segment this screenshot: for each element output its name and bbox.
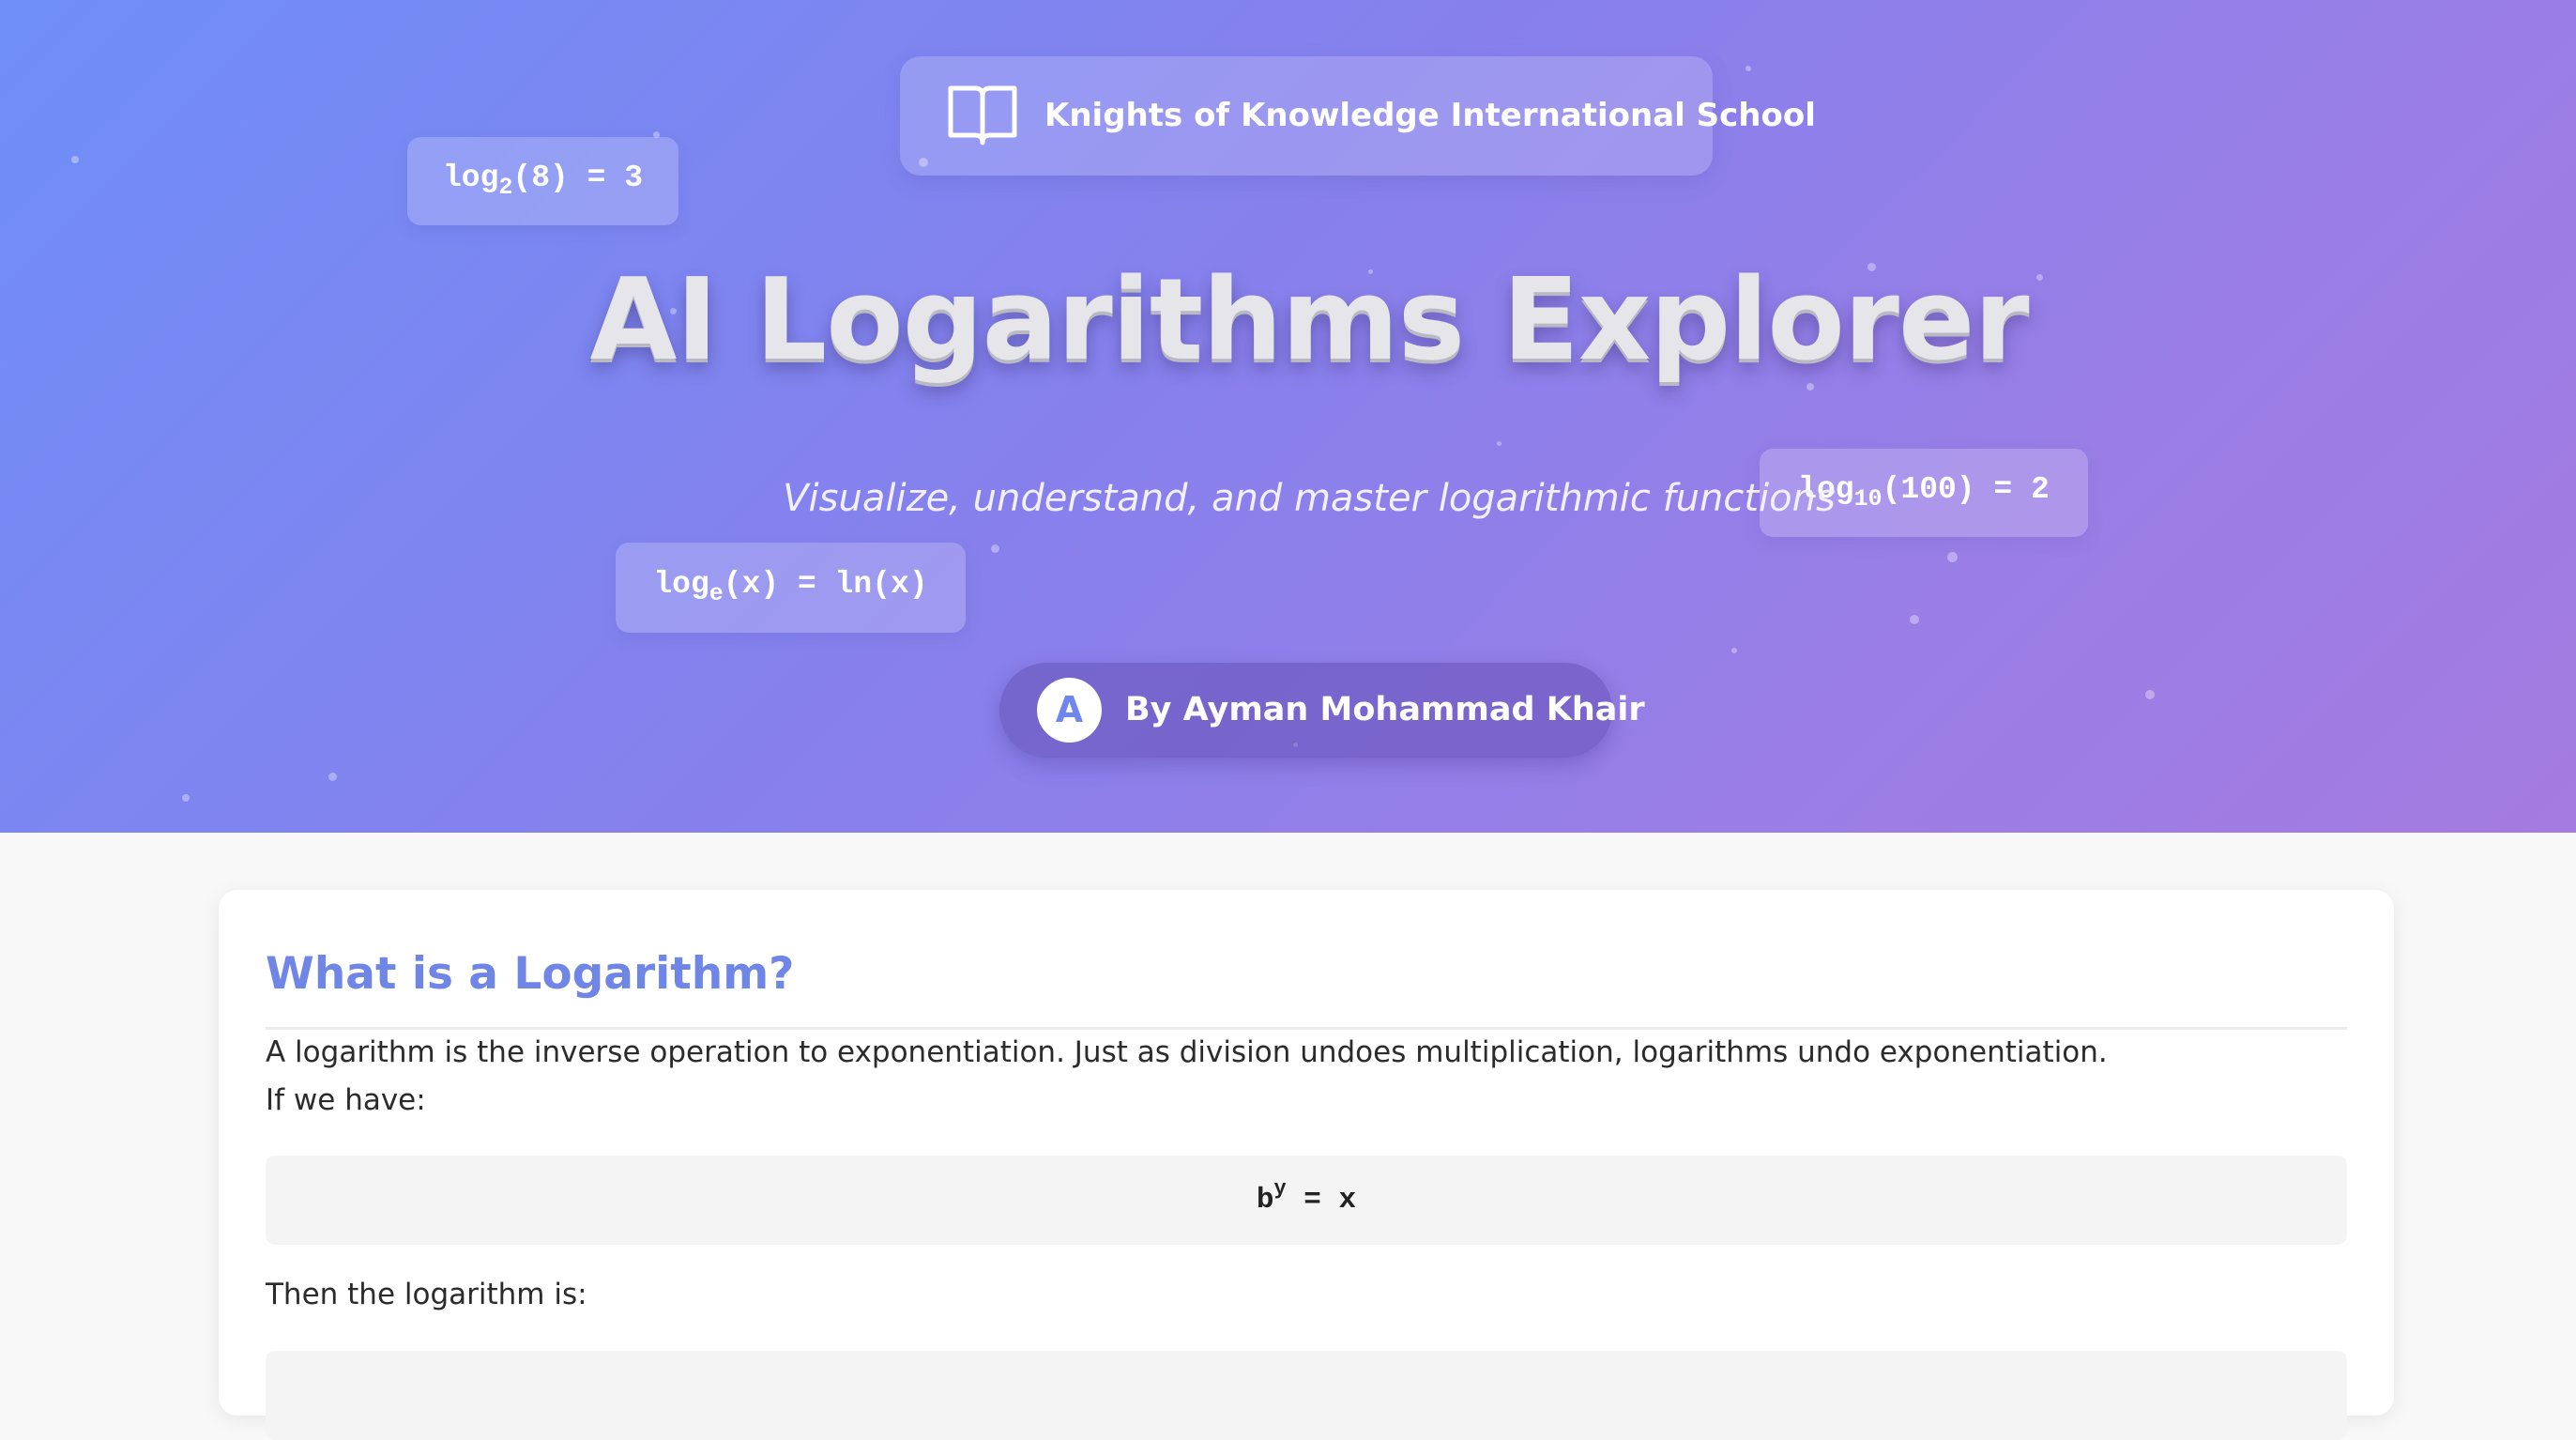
intro-paragraph: A logarithm is the inverse operation to … — [266, 1035, 2108, 1069]
formula-subscript: e — [709, 580, 724, 607]
formula-exponent: y — [1273, 1177, 1287, 1201]
then-logarithm-text: Then the logarithm is: — [266, 1278, 587, 1311]
formula-rest: (x) = ln(x) — [723, 567, 928, 602]
author-badge: A By Ayman Mohammad Khair — [999, 663, 1645, 758]
hero-header: Knights of Knowledge International Schoo… — [0, 0, 2576, 833]
formula-subscript: 2 — [498, 174, 513, 201]
formula-rest: (8) = 3 — [512, 161, 644, 195]
formula-rest: = x — [1286, 1184, 1357, 1217]
section-heading: What is a Logarithm? — [266, 948, 795, 1000]
exponent-formula-box: by = x — [266, 1156, 2347, 1245]
particle-dot — [71, 156, 79, 163]
school-badge: Knights of Knowledge International Schoo… — [900, 56, 1816, 176]
particle-dot — [2145, 690, 2155, 699]
formula-base: b — [1256, 1184, 1274, 1217]
particle-dot — [182, 794, 190, 802]
author-name: By Ayman Mohammad Khair — [1125, 691, 1645, 728]
page-subtitle: Visualize, understand, and master logari… — [783, 477, 1836, 520]
if-we-have-text: If we have: — [266, 1083, 426, 1117]
floating-formula-loge: loge(x) = ln(x) — [616, 543, 966, 633]
open-book-icon — [948, 85, 1017, 146]
particle-dot — [328, 773, 337, 781]
particle-dot — [1731, 648, 1737, 653]
content-card: What is a Logarithm? A logarithm is the … — [219, 890, 2394, 1440]
particle-dot — [1947, 552, 1958, 562]
formula-log-base: log — [653, 567, 709, 602]
particle-dot — [1497, 441, 1501, 446]
avatar: A — [1037, 678, 1102, 743]
page-title: AI Logarithms Explorer — [589, 255, 2029, 386]
particle-dot — [991, 544, 999, 553]
logarithm-formula-box — [266, 1351, 2347, 1440]
particle-dot — [1910, 615, 1919, 624]
school-name: Knights of Knowledge International Schoo… — [1044, 97, 1816, 134]
heading-divider — [266, 1027, 2347, 1030]
floating-formula-log2: log2(8) = 3 — [407, 137, 678, 225]
formula-log-base: log — [442, 161, 499, 195]
